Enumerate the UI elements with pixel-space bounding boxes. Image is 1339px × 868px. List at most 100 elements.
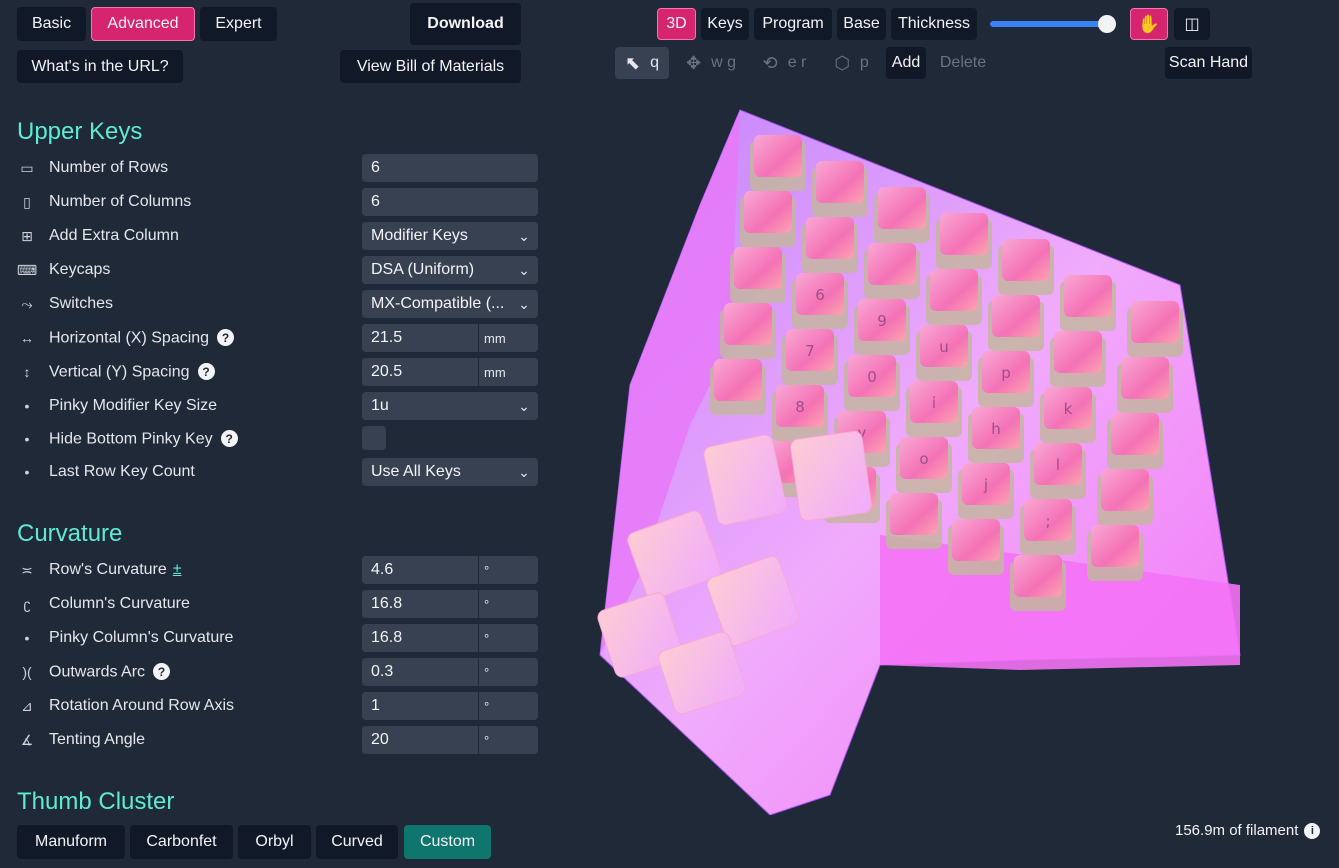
thumb-tab-curved[interactable]: Curved — [316, 825, 398, 859]
key-legend: ; — [1045, 512, 1050, 530]
keycap-top — [1054, 331, 1102, 373]
key-legend: 6 — [815, 286, 825, 304]
vertical-y-spacing-input[interactable]: 20.5 mm — [362, 358, 538, 386]
row-s-curvature-input[interactable]: 4.6 ° — [362, 556, 538, 584]
tab-expert[interactable]: Expert — [200, 7, 277, 41]
keyboard-3d-viewport[interactable]: 67890yuiophjkl; — [580, 95, 1270, 815]
setting-row-keycaps: ⌨ Keycaps DSA (Uniform) ⌄ — [17, 256, 538, 284]
cursor-icon: ⬉ — [625, 52, 641, 73]
hand-tool-button[interactable]: ✋ — [1130, 8, 1168, 40]
chevron-down-icon: ⌄ — [518, 397, 530, 414]
opacity-slider-thumb[interactable] — [1098, 15, 1116, 33]
unit-label: ° — [478, 692, 538, 720]
opacity-slider[interactable] — [990, 21, 1114, 27]
mirror-icon: ◫ — [1184, 16, 1200, 33]
tab-basic[interactable]: Basic — [17, 7, 86, 41]
setting-row-number-of-rows: ▭ Number of Rows 6 — [17, 154, 538, 182]
tab-keys[interactable]: Keys — [701, 8, 749, 40]
tenting-icon: ∡ — [20, 731, 34, 748]
keycap — [740, 191, 796, 247]
switches-select[interactable]: MX-Compatible (... ⌄ — [362, 290, 538, 318]
keycap — [864, 243, 920, 299]
chevron-down-icon: ⌄ — [518, 295, 530, 312]
setting-row-rotation-around-row-axis: ⊿ Rotation Around Row Axis 1 ° — [17, 692, 538, 720]
column-s-curvature-input[interactable]: 16.8 ° — [362, 590, 538, 618]
delete-key-button[interactable]: Delete — [934, 47, 992, 79]
keycap-top — [1111, 413, 1159, 455]
tab-program[interactable]: Program — [754, 8, 832, 40]
add-column-icon: ⊞ — [21, 227, 33, 244]
key-legend: h — [991, 420, 1001, 438]
number-of-columns-input[interactable]: 6 — [362, 188, 538, 216]
tab-base[interactable]: Base — [837, 8, 886, 40]
help-icon[interactable]: ? — [220, 430, 238, 447]
pinky-column-s-curvature-input[interactable]: 16.8 ° — [362, 624, 538, 652]
plate-shortcut: p — [859, 54, 869, 71]
keycap: k — [1040, 387, 1096, 443]
section-title-thumb-cluster: Thumb Cluster — [17, 788, 175, 815]
select-tool-button[interactable]: ⬉ q — [615, 47, 669, 79]
keycap — [1060, 275, 1116, 331]
tab-advanced[interactable]: Advanced — [91, 7, 195, 41]
keycap: l — [1030, 443, 1086, 499]
thumb-tab-manuform[interactable]: Manuform — [17, 825, 125, 859]
keycap: p — [978, 351, 1034, 407]
keycap — [812, 161, 868, 217]
rotation-around-row-axis-input[interactable]: 1 ° — [362, 692, 538, 720]
thumb-tab-custom[interactable]: Custom — [404, 825, 491, 859]
scan-hand-button[interactable]: Scan Hand — [1165, 47, 1252, 79]
tenting-angle-input[interactable]: 20 ° — [362, 726, 538, 754]
dot-icon: • — [24, 630, 30, 646]
setting-row-pinky-column-s-curvature: • Pinky Column's Curvature 16.8 ° — [17, 624, 538, 652]
setting-row-vertical-y-spacing: ↕ Vertical (Y) Spacing? 20.5 mm — [17, 358, 538, 386]
chevron-down-icon: ⌄ — [518, 227, 530, 244]
thumb-tab-carbonfet[interactable]: Carbonfet — [130, 825, 233, 859]
outwards-arc-icon: )( — [22, 664, 32, 680]
mirror-toggle-button[interactable]: ◫ — [1174, 8, 1210, 40]
keycap: h — [968, 407, 1024, 463]
help-icon[interactable]: ? — [153, 663, 171, 680]
dot-icon: • — [24, 398, 30, 414]
add-key-button[interactable]: Add — [886, 47, 926, 79]
help-icon[interactable]: ? — [217, 329, 235, 346]
whats-in-url-button[interactable]: What's in the URL? — [17, 50, 183, 83]
move-tool-button[interactable]: ✥ w g — [677, 47, 745, 79]
unit-label: mm — [478, 324, 538, 352]
thumb-tab-orbyl[interactable]: Orbyl — [238, 825, 311, 859]
horizontal-x-spacing-input[interactable]: 21.5 mm — [362, 324, 538, 352]
plate-tool-button[interactable]: ⬡ p — [824, 47, 879, 79]
section-title-upper-keys: Upper Keys — [17, 118, 143, 145]
thumb-keycap — [790, 430, 872, 522]
last-row-key-count-select[interactable]: Use All Keys ⌄ — [362, 458, 538, 486]
setting-label: Switches — [49, 295, 114, 312]
keycap-top — [868, 243, 916, 285]
rows-icon: ▭ — [20, 159, 34, 176]
keycap — [948, 519, 1004, 575]
tab-3d[interactable]: 3D — [657, 8, 696, 40]
keycap-top — [940, 213, 988, 255]
rotate-tool-button[interactable]: ⟲ e r — [753, 47, 816, 79]
keycap-top — [816, 161, 864, 203]
bill-of-materials-button[interactable]: View Bill of Materials — [340, 50, 521, 83]
move-icon: ✥ — [686, 52, 702, 73]
info-icon[interactable]: i — [1304, 822, 1321, 839]
keycap-top — [1121, 357, 1169, 399]
tab-thickness[interactable]: Thickness — [891, 8, 977, 40]
outwards-arc-input[interactable]: 0.3 ° — [362, 658, 538, 686]
setting-row-last-row-key-count: • Last Row Key Count Use All Keys ⌄ — [17, 458, 538, 486]
keycap-top — [1101, 469, 1149, 511]
keycap: 6 — [792, 273, 848, 329]
column-curvature-icon: ʗ — [23, 596, 31, 612]
keycaps-select[interactable]: DSA (Uniform) ⌄ — [362, 256, 538, 284]
plus-minus-toggle[interactable]: ± — [173, 561, 182, 578]
keycap — [730, 247, 786, 303]
add-extra-column-select[interactable]: Modifier Keys ⌄ — [362, 222, 538, 250]
download-button[interactable]: Download — [410, 3, 521, 45]
help-icon[interactable]: ? — [197, 363, 215, 380]
keycap — [1127, 301, 1183, 357]
setting-row-row-s-curvature: ≍ Row's Curvature ± 4.6 ° — [17, 556, 538, 584]
hide-bottom-pinky-key-checkbox[interactable] — [362, 426, 386, 450]
setting-row-tenting-angle: ∡ Tenting Angle 20 ° — [17, 726, 538, 754]
number-of-rows-input[interactable]: 6 — [362, 154, 538, 182]
pinky-modifier-key-size-select[interactable]: 1u ⌄ — [362, 392, 538, 420]
